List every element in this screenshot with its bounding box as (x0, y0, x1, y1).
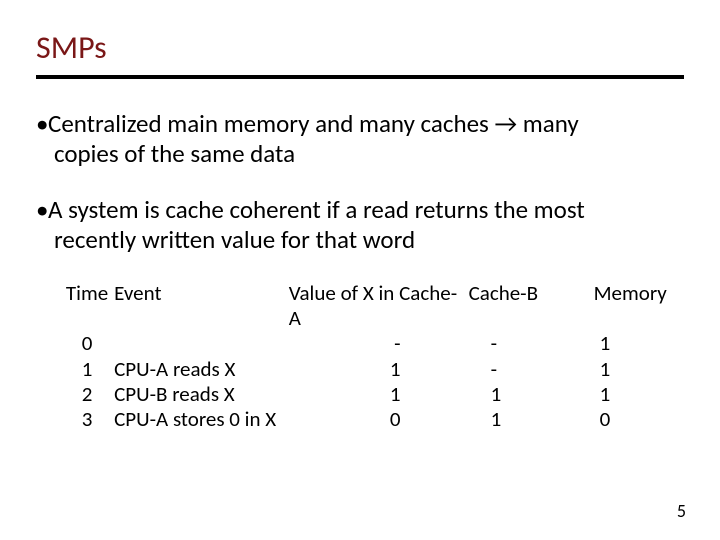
slide-body: •Centralized main memory and many caches… (36, 109, 684, 432)
cell-cache-b: - (469, 331, 594, 356)
col-header-time: Time (60, 281, 114, 331)
cell-memory: 1 (594, 331, 684, 356)
cell-cache-b: - (469, 357, 594, 382)
table-row: 3 CPU-A stores 0 in X 0 1 0 (60, 407, 684, 432)
cell-cache-a: 0 (289, 407, 469, 432)
bullet-1: •Centralized main memory and many caches… (36, 109, 684, 169)
cell-cache-a: 1 (289, 382, 469, 407)
cell-event: CPU-B reads X (114, 382, 289, 407)
coherence-table: Time Event Value of X in Cache-A Cache-B… (36, 281, 684, 432)
table-header-row: Time Event Value of X in Cache-A Cache-B… (60, 281, 684, 331)
cell-event: CPU-A reads X (114, 357, 289, 382)
slide-title: SMPs (36, 28, 684, 67)
table-row: 1 CPU-A reads X 1 - 1 (60, 357, 684, 382)
col-header-memory: Memory (594, 281, 684, 331)
table: Time Event Value of X in Cache-A Cache-B… (60, 281, 684, 432)
cell-time: 2 (60, 382, 114, 407)
cell-time: 3 (60, 407, 114, 432)
slide: SMPs •Centralized main memory and many c… (0, 0, 720, 540)
bullet-dot-icon: • (36, 195, 48, 225)
page-number: 5 (677, 500, 686, 522)
cell-event: CPU-A stores 0 in X (114, 407, 289, 432)
title-underline (36, 75, 684, 79)
cell-memory: 1 (594, 357, 684, 382)
cell-memory: 0 (594, 407, 684, 432)
table-row: 0 - - 1 (60, 331, 684, 356)
cell-cache-b: 1 (469, 382, 594, 407)
cell-cache-a: - (289, 331, 469, 356)
cell-time: 0 (60, 331, 114, 356)
cell-event (114, 331, 289, 356)
bullet-2: •A system is cache coherent if a read re… (36, 195, 684, 255)
bullet-1-line1: Centralized main memory and many caches … (48, 108, 579, 139)
col-header-event: Event (114, 281, 289, 331)
col-header-cache-a: Value of X in Cache-A (289, 281, 469, 331)
bullet-2-line2: recently written value for that word (54, 225, 684, 255)
cell-time: 1 (60, 357, 114, 382)
cell-memory: 1 (594, 382, 684, 407)
bullet-1-line2: copies of the same data (54, 139, 684, 169)
bullet-2-line1: A system is cache coherent if a read ret… (48, 194, 585, 225)
col-header-cache-b: Cache-B (469, 281, 594, 331)
bullet-dot-icon: • (36, 109, 48, 139)
cell-cache-b: 1 (469, 407, 594, 432)
table-row: 2 CPU-B reads X 1 1 1 (60, 382, 684, 407)
cell-cache-a: 1 (289, 357, 469, 382)
